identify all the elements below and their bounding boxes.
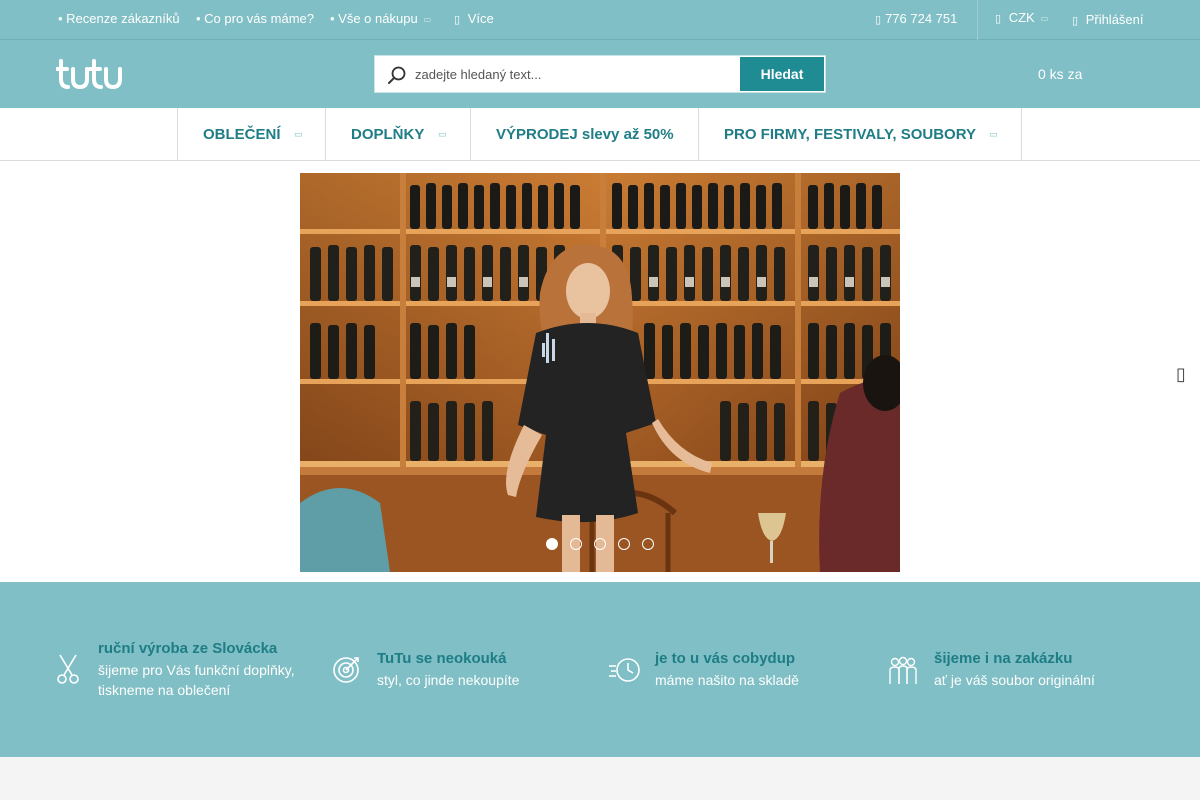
page-footer-area xyxy=(0,757,1200,800)
search-box: Hledat xyxy=(374,55,826,93)
nav-item-label: DOPLŇKY xyxy=(351,126,425,143)
fast-clock-icon xyxy=(609,658,640,682)
nav-item-clothing[interactable]: OBLEČENÍ ▭ xyxy=(177,108,326,161)
header: Hledat 0 ks za xyxy=(0,40,1200,108)
feature-title: šijeme i na zakázku xyxy=(934,650,1073,667)
features-bar: ruční výroba ze Slovácka šijeme pro Vás … xyxy=(0,582,1200,757)
phone-icon: ▯ xyxy=(875,13,882,26)
login-label: Přihlášení xyxy=(1085,12,1144,27)
feature-style: TuTu se neokouká styl, co jinde nekoupít… xyxy=(332,648,592,708)
chevron-down-icon: ▭ xyxy=(1040,14,1049,23)
cart-summary[interactable]: 0 ks za xyxy=(1038,66,1082,82)
chevron-down-icon: ▭ xyxy=(989,129,998,139)
feature-title: je to u vás cobydup xyxy=(655,650,796,667)
nav-item-companies[interactable]: PRO FIRMY, FESTIVALY, SOUBORY ▭ xyxy=(698,108,1022,161)
target-icon xyxy=(333,657,359,683)
user-icon: ▯ xyxy=(1072,14,1079,27)
search-input[interactable] xyxy=(415,62,735,86)
more-label: Více xyxy=(467,11,494,26)
what-we-offer-link[interactable]: • Co pro vás máme? xyxy=(196,11,314,26)
feature-title: ruční výroba ze Slovácka xyxy=(98,640,278,657)
group-icon xyxy=(889,656,917,684)
phone-number: 776 724 751 xyxy=(885,11,958,26)
search-icon xyxy=(388,66,406,84)
login-link[interactable]: ▯ Přihlášení xyxy=(1072,12,1144,27)
feature-title: TuTu se neokouká xyxy=(377,650,507,667)
nav-item-sale[interactable]: VÝPRODEJ slevy až 50% xyxy=(470,108,699,161)
feature-text: máme našito na skladě xyxy=(655,672,799,688)
phone-link[interactable]: ▯ 776 724 751 xyxy=(875,11,957,26)
nav-item-accessories[interactable]: DOPLŇKY ▭ xyxy=(325,108,471,161)
tutu-logo[interactable] xyxy=(56,57,122,91)
carousel-dots xyxy=(300,538,900,550)
scissors-icon xyxy=(57,654,79,684)
feature-text: ať je váš soubor originální xyxy=(934,672,1095,688)
hero-carousel[interactable] xyxy=(300,173,900,572)
top-bar: • Recenze zákazníků • Co pro vás máme? •… xyxy=(0,0,1200,40)
chevron-down-icon: ▭ xyxy=(294,129,303,139)
hero-image xyxy=(300,173,900,572)
currency-icon: ▯ xyxy=(995,12,1002,25)
shopping-info-menu[interactable]: • Vše o nákupu ▭ xyxy=(330,11,431,26)
carousel-dot[interactable] xyxy=(546,538,558,550)
divider xyxy=(977,0,978,40)
menu-icon: ▯ xyxy=(454,13,461,26)
currency-selector[interactable]: ▯ CZK ▭ xyxy=(995,10,1048,25)
more-menu[interactable]: ▯ Více xyxy=(454,11,494,26)
feature-handmade: ruční výroba ze Slovácka šijeme pro Vás … xyxy=(56,638,316,708)
currency-label: CZK xyxy=(1008,10,1035,25)
main-nav: OBLEČENÍ ▭ DOPLŇKY ▭ VÝPRODEJ slevy až 5… xyxy=(0,108,1200,161)
feature-custom-order: šijeme i na zakázku ať je váš soubor ori… xyxy=(889,648,1149,708)
chevron-down-icon: ▭ xyxy=(438,129,447,139)
carousel-dot[interactable] xyxy=(594,538,606,550)
feature-text: šijeme pro Vás funkční doplňky, tiskneme… xyxy=(98,662,295,698)
shopping-info-label: • Vše o nákupu xyxy=(330,11,418,26)
feature-text: styl, co jinde nekoupíte xyxy=(377,672,520,688)
nav-item-label: PRO FIRMY, FESTIVALY, SOUBORY xyxy=(724,126,976,143)
carousel-dot[interactable] xyxy=(618,538,630,550)
chevron-right-icon[interactable]: ▯ xyxy=(1176,364,1186,385)
chevron-down-icon: ▭ xyxy=(423,15,432,24)
feature-fast-delivery: je to u vás cobydup máme našito na sklad… xyxy=(608,648,868,708)
search-button[interactable]: Hledat xyxy=(740,57,824,91)
carousel-dot[interactable] xyxy=(570,538,582,550)
carousel-dot[interactable] xyxy=(642,538,654,550)
nav-item-label: VÝPRODEJ slevy až 50% xyxy=(496,126,674,143)
nav-item-label: OBLEČENÍ xyxy=(203,126,281,143)
reviews-link[interactable]: • Recenze zákazníků xyxy=(58,11,180,26)
